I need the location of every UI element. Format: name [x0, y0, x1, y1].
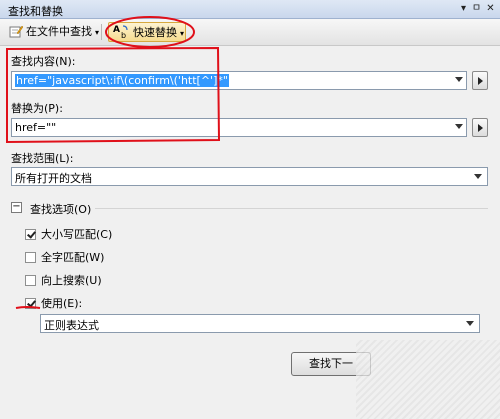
chevron-down-icon[interactable] — [455, 77, 463, 82]
dropdown-icon[interactable]: ▾ — [457, 2, 470, 16]
toolbar-separator — [101, 24, 102, 40]
pencil-icon — [9, 25, 23, 38]
use-option[interactable]: 使用(E): — [25, 295, 82, 311]
use-mode-value: 正则表达式 — [44, 319, 99, 332]
replace-label: 替换为(P): — [11, 102, 63, 115]
scope-value: 所有打开的文档 — [15, 172, 92, 185]
replace-input[interactable]: href="" — [11, 118, 467, 137]
svg-text:b: b — [121, 31, 126, 39]
find-in-files-label: 在文件中查找 — [26, 25, 92, 38]
quick-replace-button[interactable]: A b 快速替换 ▾ — [108, 22, 186, 42]
search-up-checkbox[interactable] — [25, 275, 36, 286]
chevron-down-icon[interactable] — [466, 321, 474, 326]
find-options-label: 查找选项(O) — [30, 203, 92, 216]
match-case-option[interactable]: 大小写匹配(C) — [25, 226, 112, 242]
close-icon[interactable]: ✕ — [484, 2, 497, 16]
arrow-right-icon — [478, 77, 483, 85]
replace-value: href="" — [15, 121, 57, 134]
search-up-label: 向上搜索(U) — [41, 274, 102, 287]
arrow-right-icon — [478, 124, 483, 132]
match-case-checkbox[interactable] — [25, 229, 36, 240]
scope-select[interactable]: 所有打开的文档 — [11, 167, 488, 186]
find-expression-builder-button[interactable] — [472, 71, 488, 90]
group-divider — [95, 208, 488, 209]
whole-word-option[interactable]: 全字匹配(W) — [25, 249, 104, 265]
svg-text:A: A — [113, 25, 120, 35]
search-up-option[interactable]: 向上搜索(U) — [25, 272, 102, 288]
replace-ab-icon: A b — [113, 25, 128, 39]
scope-label: 查找范围(L): — [11, 152, 74, 165]
use-checkbox[interactable] — [25, 298, 36, 309]
use-mode-select[interactable]: 正则表达式 — [40, 314, 480, 333]
watermark-overlay — [356, 340, 500, 419]
title-bar: 查找和替换 ▾ ㅁ ✕ — [0, 0, 500, 19]
find-in-files-button[interactable]: 在文件中查找 ▾ — [5, 22, 103, 42]
whole-word-checkbox[interactable] — [25, 252, 36, 263]
whole-word-label: 全字匹配(W) — [41, 251, 105, 264]
find-input[interactable]: href="javascript\:if\(confirm\('htt[^']*… — [11, 71, 467, 90]
collapse-toggle[interactable]: − — [11, 202, 22, 213]
find-value: href="javascript\:if\(confirm\('htt[^']*… — [15, 74, 229, 87]
window-title: 查找和替换 — [8, 5, 63, 18]
quick-replace-label: 快速替换 — [133, 26, 177, 39]
find-label: 查找内容(N): — [11, 55, 76, 68]
replace-expression-builder-button[interactable] — [472, 118, 488, 137]
pin-icon[interactable]: ㅁ — [470, 2, 483, 16]
chevron-down-icon[interactable] — [474, 174, 482, 179]
use-label: 使用(E): — [41, 297, 83, 310]
chevron-down-icon[interactable] — [455, 124, 463, 129]
match-case-label: 大小写匹配(C) — [41, 228, 113, 241]
toolbar: 在文件中查找 ▾ A b 快速替换 ▾ — [0, 19, 500, 46]
